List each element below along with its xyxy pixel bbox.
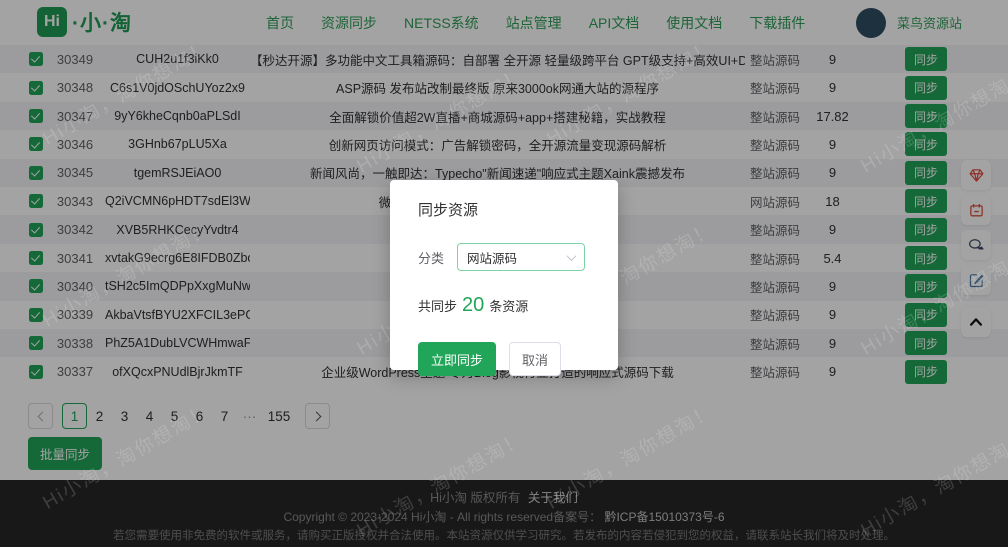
category-selected-value: 网站源码	[467, 248, 517, 267]
category-label: 分类	[418, 248, 444, 267]
sync-resource-dialog: 同步资源 分类 网站源码 共同步 20 条资源 立即同步 取消	[390, 180, 618, 370]
cancel-button[interactable]: 取消	[509, 342, 561, 376]
chevron-down-icon	[567, 251, 577, 261]
category-select[interactable]: 网站源码	[457, 243, 585, 271]
summary-prefix: 共同步	[418, 296, 457, 315]
sync-now-button[interactable]: 立即同步	[418, 342, 496, 376]
summary-suffix: 条资源	[489, 296, 528, 315]
summary-count: 20	[462, 294, 484, 317]
dialog-title: 同步资源	[418, 199, 590, 220]
